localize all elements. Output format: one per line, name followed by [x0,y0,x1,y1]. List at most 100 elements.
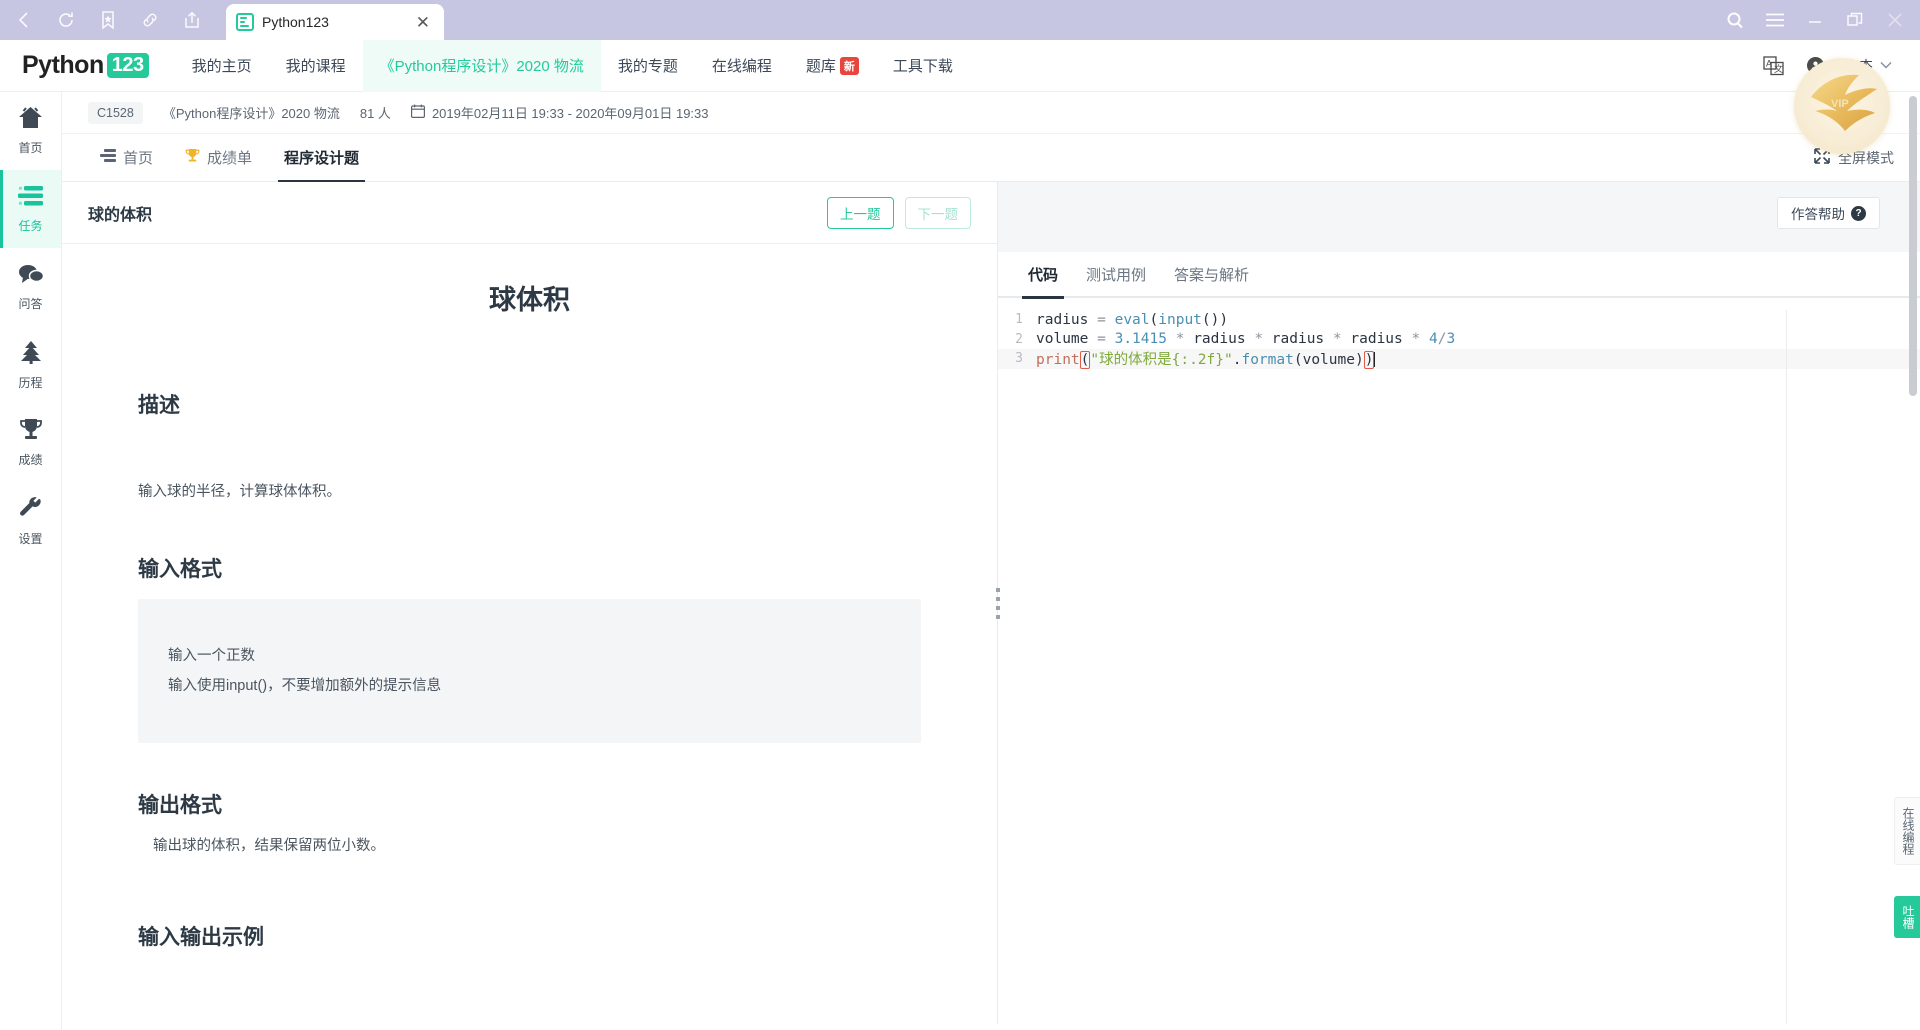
left-rail: 首页 任务 问答 历程 成绩 设置 [0,92,62,1030]
tab-label: 成绩单 [207,150,253,167]
restore-icon[interactable] [1844,9,1866,31]
svg-text:文: 文 [1774,63,1783,75]
pane-splitter[interactable] [992,182,1004,1024]
rail-item-settings[interactable]: 设置 [0,482,61,560]
page-list-icon [236,13,254,31]
nav-item-question-bank[interactable]: 题库 新 [789,40,876,92]
section-heading-output-format: 输出格式 [138,794,222,818]
course-code-chip: C1528 [88,101,143,124]
share-icon[interactable] [178,6,206,34]
trophy-icon [19,418,43,446]
bookmark-icon[interactable] [94,6,122,34]
translate-icon[interactable]: A文 [1763,55,1785,76]
browser-tab[interactable]: Python123 ✕ [226,4,444,40]
nav-item-current-course[interactable]: 《Python程序设计》2020 物流 [362,39,601,92]
editor-tab-label: 测试用例 [1086,266,1147,284]
main-nav: 我的主页 我的课程 《Python程序设计》2020 物流 我的专题 在线编程 … [175,39,970,92]
chat-icon [18,263,44,290]
question-mark-icon: ? [1851,205,1866,221]
editor-tab-label: 答案与解析 [1174,266,1250,284]
problem-header: 球的体积 上一题 下一题 [62,182,997,244]
problem-body: 球体积 描述 输入球的半径，计算球体体积。 输入格式 输入一个正数 输入使用in… [62,244,997,1024]
home-icon [18,106,43,134]
trophy-icon [185,148,200,167]
window-controls [1724,0,1920,40]
rail-item-history[interactable]: 历程 [0,326,61,404]
site-header: Python 123 我的主页 我的课程 《Python程序设计》2020 物流… [0,39,1920,92]
code-text-area[interactable]: 1 radius = eval(input()) 2 volume = 3.14… [998,298,1920,370]
rail-item-home[interactable]: 首页 [0,92,61,170]
new-badge: 新 [839,56,859,75]
prev-question-button[interactable]: 上一题 [827,196,894,229]
code-line-text: volume = 3.1415 * radius * radius * radi… [1036,331,1456,348]
code-line: 3 print("球的体积是{:.2f}".format(volume)) [998,349,1920,370]
answer-help-label: 作答帮助 [1791,207,1845,222]
brand-logo[interactable]: Python 123 [0,51,175,80]
tab-gradebook[interactable]: 成绩单 [169,134,268,182]
minimize-icon[interactable] [1804,9,1826,31]
nav-item-online-programming[interactable]: 在线编程 [695,40,789,92]
content-area: C1528 《Python程序设计》2020 物流 81 人 2019年02月1… [62,92,1920,1030]
list-icon [100,149,116,166]
nav-label: 《Python程序设计》2020 物流 [379,58,584,75]
tab-label: 首页 [123,150,154,167]
editor-tab-testcases[interactable]: 测试用例 [1072,251,1160,297]
answer-help-button[interactable]: 作答帮助 ? [1777,197,1880,229]
browser-tab-strip: Python123 ✕ [226,0,444,40]
rail-label: 问答 [18,296,43,311]
section-text-output-format: 输出球的体积，结果保留两位小数。 [153,838,385,855]
section-text-description: 输入球的半径，计算球体体积。 [138,484,341,500]
browser-nav-buttons [0,0,206,40]
close-icon[interactable]: ✕ [412,12,434,33]
course-date-range: 2019年02月11日 19:33 - 2020年09月01日 19:33 [410,103,709,122]
reload-icon[interactable] [52,6,80,34]
input-format-line: 输入一个正数 [168,647,255,664]
nav-item-tools-download[interactable]: 工具下载 [876,40,970,92]
tab-home[interactable]: 首页 [84,134,169,182]
rail-item-qa[interactable]: 问答 [0,248,61,326]
course-tabs: 首页 成绩单 程序设计题 全屏模式 [62,134,1920,183]
member-count: 81 人 [359,106,391,121]
editor-tab-solution[interactable]: 答案与解析 [1160,251,1263,297]
rail-label: 成绩 [18,453,43,467]
vip-bird-badge: VIP [1794,58,1890,154]
nav-item-my-home[interactable]: 我的主页 [175,40,269,92]
editor-tab-code[interactable]: 代码 [1014,251,1072,299]
nav-item-my-courses[interactable]: 我的课程 [269,40,363,92]
nav-label: 我的主页 [191,58,252,75]
nav-item-my-topics[interactable]: 我的专题 [601,40,695,92]
tasks-icon [18,185,43,212]
online-programming-tab[interactable]: 在线编程 [1894,797,1920,865]
section-heading-input-format: 输入格式 [138,557,222,581]
brand-text: Python [22,51,104,79]
search-icon[interactable] [1724,9,1746,31]
rail-item-grades[interactable]: 成绩 [0,404,61,482]
browser-tab-title: Python123 [262,14,329,30]
editor-tabs: 代码 测试用例 答案与解析 [998,251,1920,299]
menu-icon[interactable] [1764,9,1786,31]
close-icon[interactable] [1884,9,1906,31]
rail-label: 任务 [18,218,43,233]
brand-badge: 123 [106,53,149,78]
tab-programming-problems[interactable]: 程序设计题 [268,134,375,183]
answer-help-row: 作答帮助 ? [998,182,1920,244]
rail-label: 设置 [18,531,43,546]
back-icon[interactable] [10,6,38,34]
nav-label: 我的课程 [285,58,346,75]
rail-item-tasks[interactable]: 任务 [0,170,61,248]
editor-pane: 作答帮助 ? 代码 测试用例 答案与解析 1 radius = eval(inp… [998,182,1920,1024]
feedback-tab[interactable]: 吐槽 [1894,896,1920,938]
section-heading-description: 描述 [138,394,180,417]
rail-label: 历程 [18,375,43,390]
calendar-icon [410,104,425,121]
tree-icon [19,340,43,369]
code-line-text: radius = eval(input()) [1036,311,1229,328]
page-scrollbar[interactable] [1909,96,1917,396]
link-icon[interactable] [136,6,164,34]
rail-label: 首页 [18,141,43,155]
minimap-divider [1786,310,1787,1024]
wrench-icon [19,496,43,525]
course-info-bar: C1528 《Python程序设计》2020 物流 81 人 2019年02月1… [62,92,1920,134]
problem-title: 球的体积 [88,206,153,224]
split-panes: 球的体积 上一题 下一题 球体积 描述 输入球的半径，计算球体体积。 输入格式 … [62,182,1920,1024]
